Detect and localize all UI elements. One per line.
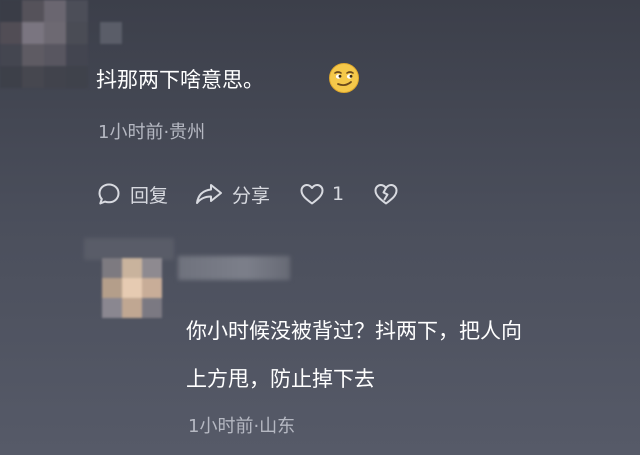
username-blurred[interactable]: [178, 256, 290, 280]
comment-actions: 回复 分享 1: [96, 178, 400, 210]
avatar[interactable]: [0, 0, 88, 88]
reply-text-line-2: 上方甩，防止掉下去: [186, 367, 375, 391]
dislike-button[interactable]: [372, 181, 400, 207]
reply-text-line-1: 你小时候没被背过？抖两下，把人向: [186, 319, 522, 343]
like-button[interactable]: 1: [298, 181, 344, 207]
heart-icon: [300, 184, 324, 205]
like-count: 1: [332, 183, 345, 205]
comment-thread: 抖那两下啥意思。 1小时前·贵州 回复 分享 1 你小时候没被背过？抖两下，把人…: [0, 0, 640, 455]
share-label: 分享: [232, 184, 271, 207]
share-arrow-icon: [196, 184, 223, 204]
broken-heart-icon: [374, 184, 398, 205]
avatar-blur-edge: [84, 238, 174, 260]
reply-label: 回复: [130, 184, 169, 207]
username-blurred[interactable]: [100, 22, 122, 44]
smirk-emoji-icon: [329, 63, 359, 93]
reply-meta: 1小时前·山东: [188, 416, 296, 437]
avatar[interactable]: [102, 258, 162, 318]
comment-text: 抖那两下啥意思。: [96, 68, 264, 92]
reply-bubble-icon: [98, 183, 120, 205]
comment-meta: 1小时前·贵州: [98, 122, 206, 143]
share-button[interactable]: 分享: [194, 181, 270, 208]
reply-button[interactable]: 回复: [96, 181, 168, 208]
